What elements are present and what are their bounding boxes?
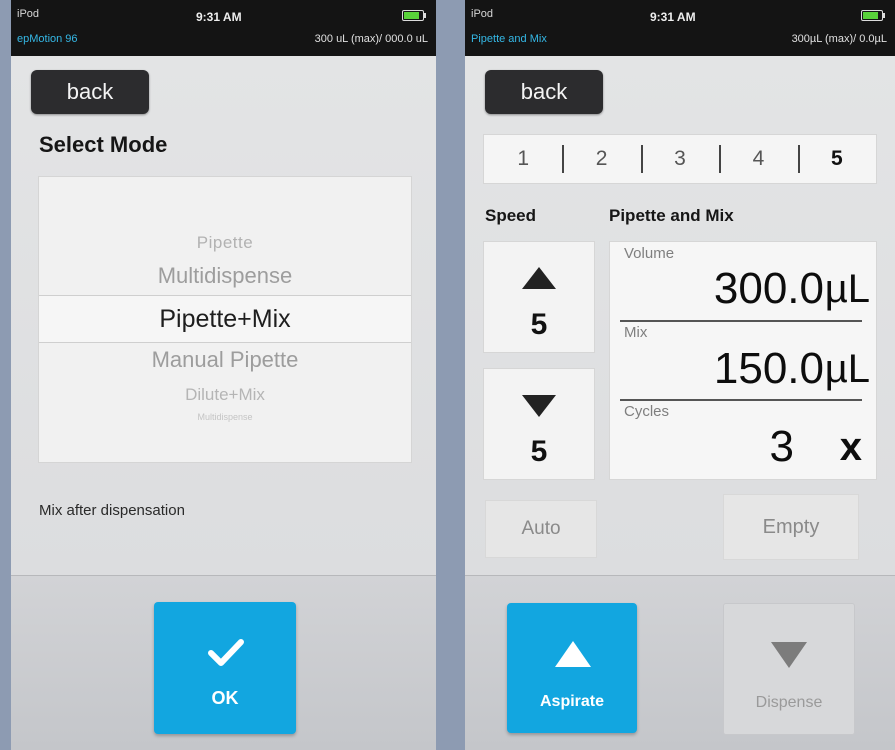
step-1[interactable]: 1 [484,135,562,183]
picker-item-multidispense[interactable]: Multidispense [39,263,411,289]
step-2[interactable]: 2 [562,135,640,183]
phone-screen-pipette-and-mix: iPod 9:31 AM Pipette and Mix 300µL (max)… [465,0,895,750]
content-area: back 1 2 3 4 5 Speed Pipette and Mix 5 5… [465,56,895,575]
volume-label: Volume [624,245,675,262]
picker-item-selected[interactable]: Pipette+Mix [39,305,411,334]
volume-unit: µL [824,267,870,311]
cycles-value[interactable]: 3 [770,422,794,472]
status-time: 9:31 AM [650,10,696,24]
dispense-speed-value: 5 [530,435,548,468]
mode-label: Pipette and Mix [609,206,734,225]
mix-unit: µL [824,347,870,391]
step-3[interactable]: 3 [640,135,719,183]
mix-label: Mix [624,324,648,341]
arrow-down-icon [771,642,807,668]
battery-icon [861,10,887,21]
mode-picker[interactable]: Pipette Multidispense Pipette+Mix Manual… [38,176,412,463]
back-button[interactable]: back [485,70,603,114]
aspirate-label: Aspirate [539,693,605,710]
status-bar: iPod 9:31 AM epMotion 96 300 uL (max)/ 0… [11,0,436,56]
picker-item-pipette[interactable]: Pipette [39,233,411,253]
app-name: Pipette and Mix [471,33,547,45]
device-name: iPod [17,8,40,20]
cycles-label: Cycles [624,403,670,420]
volume-info: 300 uL (max)/ 000.0 uL [314,33,428,45]
dispense-speed-control[interactable]: 5 [483,368,595,480]
step-selector: 1 2 3 4 5 [483,134,877,184]
content-area: back Select Mode Pipette Multidispense P… [11,56,436,575]
aspirate-button[interactable]: Aspirate [507,603,637,733]
speed-label: Speed [485,206,537,225]
dispense-button[interactable]: Dispense [723,603,855,735]
step-5[interactable]: 5 [797,135,876,183]
picker-item-dilute-mix[interactable]: Dilute+Mix [39,385,411,405]
status-bar: iPod 9:31 AM Pipette and Mix 300µL (max)… [465,0,895,56]
mix-value[interactable]: 150.0 [714,344,824,394]
arrow-down-icon [522,395,556,417]
empty-button[interactable]: Empty [723,494,859,560]
aspirate-speed-control[interactable]: 5 [483,241,595,353]
page-title: Select Mode [39,132,168,157]
arrow-up-icon [522,267,556,289]
picker-item-multidispense-2[interactable]: Multidispense [39,412,411,422]
picker-item-manual-pipette[interactable]: Manual Pipette [39,347,411,373]
arrow-up-icon [555,641,591,667]
cycles-unit: x [839,425,862,469]
battery-icon [402,10,428,21]
back-button[interactable]: back [31,70,149,114]
volume-info: 300µL (max)/ 0.0µL [791,33,887,45]
status-time: 9:31 AM [196,10,242,24]
device-name: iPod [471,8,494,20]
checkmark-icon [208,639,244,666]
divider [620,320,862,322]
parameters-panel: Volume 300.0 µL Mix 150.0 µL Cycles 3 x [609,241,877,480]
volume-value[interactable]: 300.0 [714,264,824,314]
dispense-label: Dispense [755,694,823,711]
ok-label: OK [211,688,239,708]
action-area: Aspirate Dispense [465,575,895,750]
aspirate-speed-value: 5 [530,308,548,341]
step-4[interactable]: 4 [719,135,797,183]
auto-button[interactable]: Auto [485,500,597,558]
ok-button[interactable]: OK [154,602,296,734]
mode-description: Mix after dispensation [39,502,185,519]
phone-screen-select-mode: iPod 9:31 AM epMotion 96 300 uL (max)/ 0… [11,0,436,750]
divider [620,399,862,401]
action-area: OK [11,575,436,750]
app-name: epMotion 96 [17,33,78,45]
